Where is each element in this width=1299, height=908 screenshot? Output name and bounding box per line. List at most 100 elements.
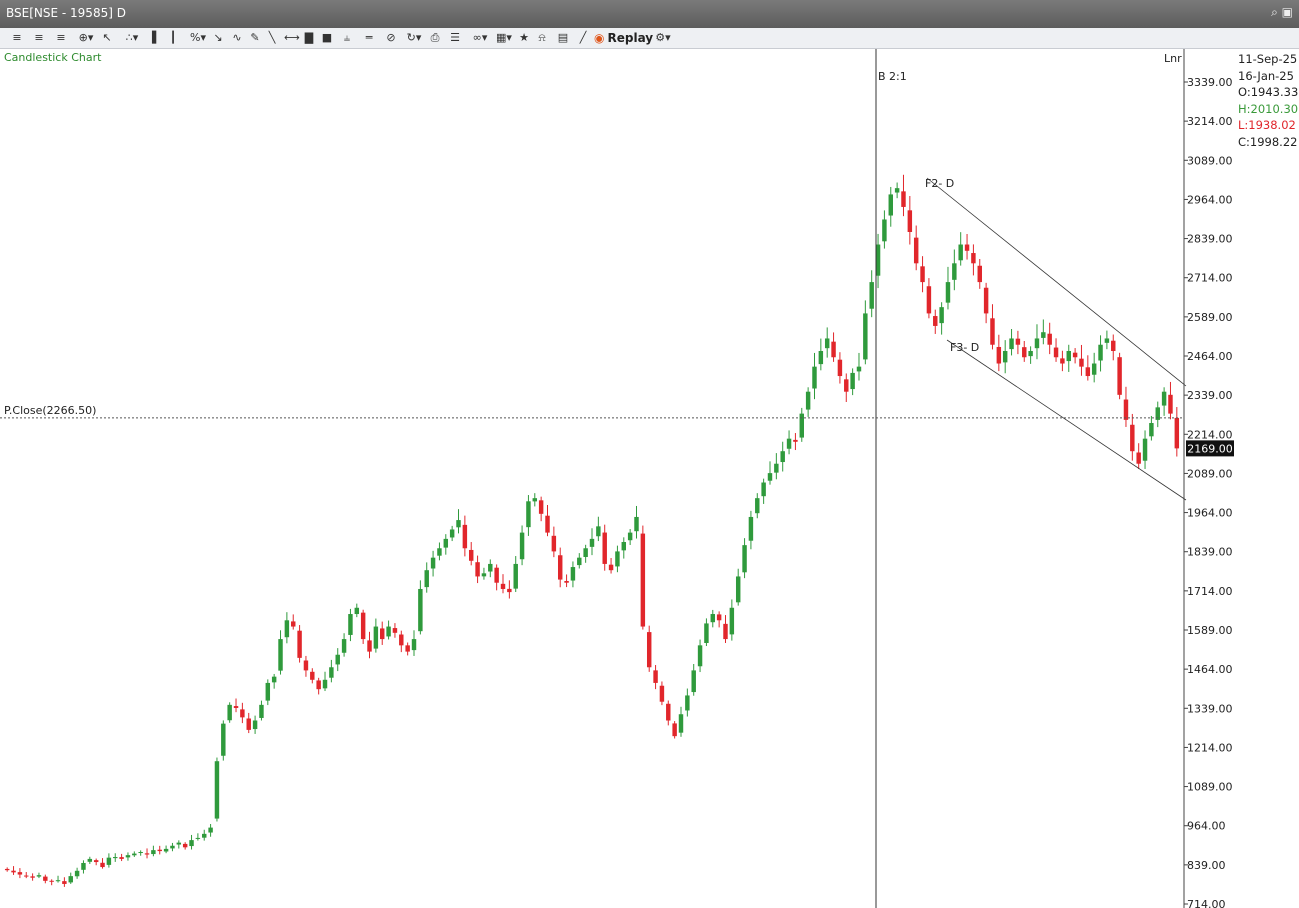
candle-up (1009, 338, 1014, 350)
pencil-icon[interactable]: ✎ (248, 30, 262, 46)
candle-up (348, 614, 353, 635)
candle-down (310, 671, 315, 680)
daily-icon[interactable]: ≡ (32, 30, 46, 46)
indicator-icon[interactable]: ∴▾ (122, 30, 142, 46)
pin-icon[interactable]: ↘ (211, 30, 225, 46)
candle-down (49, 880, 54, 882)
settings-gear-icon[interactable]: ⚙▾ (652, 30, 674, 46)
cube-icon[interactable]: ■ (320, 30, 334, 46)
replay-button[interactable]: ◉ Replay (594, 30, 653, 46)
fib-icon[interactable]: ⫨ (340, 30, 354, 46)
candle-down (602, 532, 607, 564)
candle-up (952, 263, 957, 280)
candle-up (869, 282, 874, 309)
percent-icon[interactable]: %▾ (188, 30, 208, 46)
event-label: B 2:1 (878, 70, 907, 83)
y-tick-label: 2714.00 (1187, 272, 1233, 285)
candle-up (704, 623, 709, 643)
candle-up (259, 704, 264, 718)
y-tick-label: 2839.00 (1187, 233, 1233, 246)
candle-up (170, 845, 175, 849)
candle-up (1104, 338, 1110, 343)
candle-up (208, 827, 213, 833)
candle-down (303, 660, 309, 671)
bell-icon[interactable]: ⍾ (535, 30, 549, 46)
weekly-icon[interactable]: ≡ (54, 30, 68, 46)
candle-up (443, 538, 449, 548)
window-controls[interactable]: ⌕ ▣ (1271, 5, 1293, 20)
candle-up (577, 557, 582, 566)
candle-down (653, 670, 658, 683)
refresh-icon[interactable]: ↻▾ (404, 30, 424, 46)
candle-down (494, 567, 499, 583)
candle-down (990, 318, 995, 345)
horizontal-line-icon[interactable]: ⟷ (284, 30, 300, 46)
y-tick-label: 1089.00 (1187, 781, 1233, 794)
compass-icon[interactable]: ⊕▾ (76, 30, 96, 46)
candle-up (411, 639, 417, 651)
candle-up (697, 645, 703, 667)
line-chart-icon[interactable]: ╱ (576, 30, 590, 46)
candle-up (265, 682, 271, 701)
candle-up (386, 626, 391, 637)
y-tick-label: 3089.00 (1187, 154, 1233, 167)
candle-down (468, 549, 474, 561)
price-chart[interactable]: 3339.00 3214.00 3089.00 2964.00 2839.00 2714.… (0, 49, 1299, 908)
volume-icon[interactable]: ▇ (302, 30, 316, 46)
candle-down (233, 706, 239, 708)
candle-up (488, 563, 493, 572)
candle-up (163, 848, 169, 852)
bar-chart-icon[interactable]: ▐ (145, 30, 159, 46)
candle-down (119, 857, 124, 859)
candle-up (532, 498, 538, 502)
candle-down (297, 630, 302, 658)
eraser-icon[interactable]: ⊘ (384, 30, 398, 46)
candle-down (1060, 358, 1065, 364)
candle-up (1142, 438, 1148, 461)
candle-down (380, 628, 385, 640)
candle-up (634, 516, 639, 532)
candle-down (983, 287, 989, 314)
candle-down (837, 359, 843, 377)
candle-up (354, 607, 360, 615)
cursor-icon[interactable]: ↖ (100, 30, 114, 46)
y-tick-label: 2589.00 (1187, 311, 1233, 324)
candle-down (17, 872, 23, 875)
candle-up (81, 862, 86, 870)
report-icon[interactable]: ☰ (448, 30, 462, 46)
intraday-icon[interactable]: ≡ (10, 30, 24, 46)
candle-down (831, 341, 836, 358)
candle-up (856, 366, 862, 372)
candle-up (1028, 350, 1033, 357)
candle-up (227, 704, 232, 721)
y-tick-label: 1589.00 (1187, 624, 1233, 637)
candle-down (1053, 347, 1059, 358)
candle-up (138, 852, 143, 854)
candle-down (716, 614, 722, 621)
candle-down (608, 564, 614, 571)
star-icon[interactable]: ★ (517, 30, 531, 46)
candle-down (462, 524, 468, 549)
candle-down (291, 621, 296, 627)
trendline-icon[interactable]: ╲ (265, 30, 279, 46)
candle-up (596, 526, 601, 537)
parallel-lines-icon[interactable]: ═ (362, 30, 376, 46)
candle-icon[interactable]: ┃ (166, 30, 180, 46)
candle-up (55, 880, 61, 882)
candle-down (43, 876, 48, 881)
candle-up (456, 520, 461, 528)
link-icon[interactable]: ∞▾ (470, 30, 490, 46)
candle-up (774, 463, 779, 473)
candles-layer (4, 174, 1180, 887)
window-menu-icon[interactable]: ▣ (1282, 5, 1293, 19)
candle-up (526, 501, 531, 528)
candle-down (1136, 452, 1141, 464)
document-icon[interactable]: ⎙ (428, 30, 442, 46)
candle-up (329, 667, 334, 678)
candle-up (341, 639, 347, 653)
wave-icon[interactable]: ∿ (230, 30, 244, 46)
layout-icon[interactable]: ▦▾ (494, 30, 514, 46)
candle-up (418, 588, 423, 632)
search-icon[interactable]: ⌕ (1271, 5, 1278, 19)
save-icon[interactable]: ▤ (556, 30, 570, 46)
